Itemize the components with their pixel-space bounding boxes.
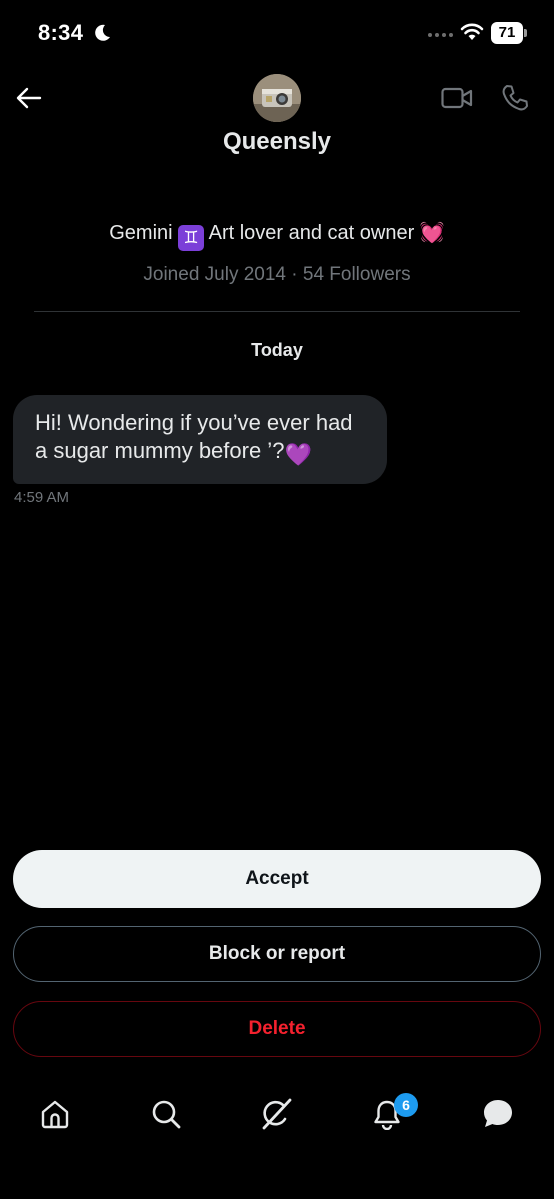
nav-messages[interactable] [480,1096,516,1132]
block-or-report-button[interactable]: Block or report [13,926,541,982]
home-icon [41,1100,69,1129]
status-bar: 8:34 71 [0,0,554,70]
wifi-icon [460,23,484,40]
messages-icon [484,1100,512,1127]
phone-call-icon [502,85,528,111]
message-bubble[interactable]: Hi! Wondering if you’ve ever had a sugar… [13,395,387,484]
battery-level: 71 [498,24,516,41]
delete-button[interactable]: Delete [13,1001,541,1057]
day-separator: Today [251,340,303,360]
avatar[interactable] [253,74,301,122]
back-arrow-icon [16,87,42,109]
bio-prefix: Gemini [109,222,179,244]
phone-call-button[interactable] [500,83,530,113]
video-call-icon [441,87,473,109]
back-button[interactable] [14,84,44,112]
bio-text: Art lover and cat owner [204,222,420,244]
bottom-nav [0,1080,554,1150]
profile-name[interactable]: Queensly [0,128,554,156]
moon-icon [95,24,110,41]
gemini-emoji-icon: ♊ [178,225,205,251]
purple-heart-emoji-icon: 💜 [284,442,312,467]
video-call-button[interactable] [440,84,474,112]
accept-button[interactable]: Accept [13,850,541,908]
nav-search[interactable] [148,1096,184,1132]
heart-emoji-icon: 💓 [419,222,445,244]
avatar-image [253,74,301,122]
status-time: 8:34 [38,20,84,45]
nav-home[interactable] [37,1096,73,1132]
profile-bio: Gemini ♊ Art lover and cat owner 💓 [0,220,554,251]
search-icon [152,1100,181,1129]
notifications-badge: 6 [394,1093,418,1117]
divider [34,311,520,312]
message-timestamp: 4:59 AM [14,489,70,506]
grok-icon [262,1098,292,1130]
profile-meta: Joined July 2014 · 54 Followers [143,264,411,285]
signal-dots-icon [428,33,453,37]
nav-grok[interactable] [258,1096,294,1132]
battery-icon: 71 [491,22,527,44]
